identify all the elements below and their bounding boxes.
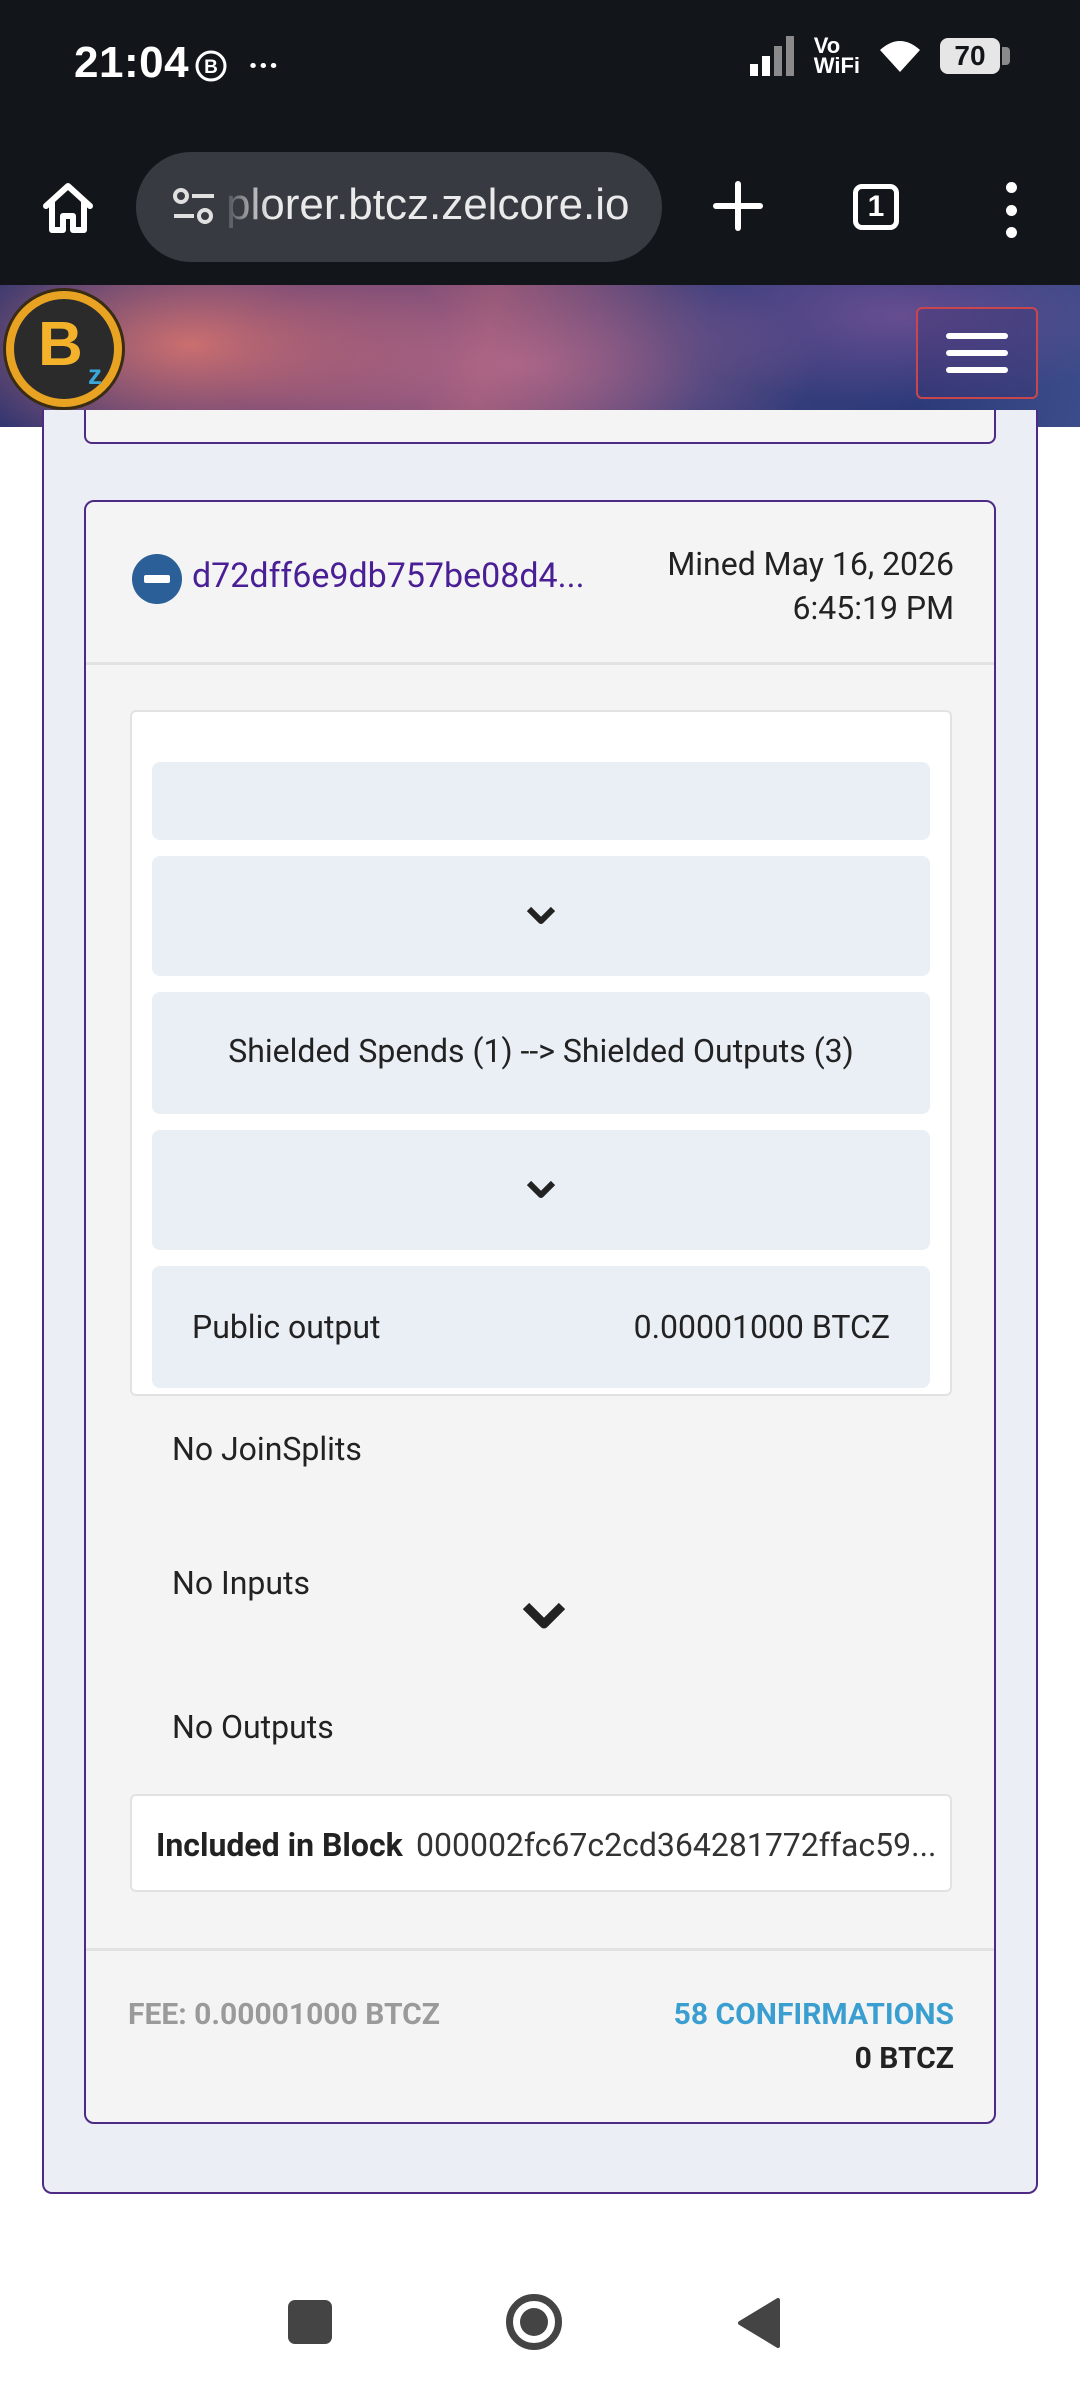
transaction-hash-link[interactable]: d72dff6e9db757be08d4... — [192, 556, 585, 596]
more-notifications-icon: ··· — [248, 46, 279, 86]
mined-time: 6:45:19 PM — [792, 589, 954, 627]
shielded-outputs-toggle[interactable] — [152, 1130, 930, 1250]
address-bar[interactable]: plorer.btcz.zelcore.io — [136, 152, 662, 262]
home-icon[interactable] — [38, 178, 98, 238]
mined-date: Mined May 16, 2026 — [667, 545, 954, 583]
shielded-row-empty — [152, 762, 930, 840]
transaction-footer: FEE: 0.00001000 BTCZ 58 CONFIRMATIONS 0 … — [86, 1948, 994, 2127]
status-left-icons: B ··· — [194, 46, 279, 86]
bitcoin-circle-icon: B — [195, 50, 227, 82]
public-output-value: 0.00001000 BTCZ — [633, 1308, 890, 1346]
vowifi-bottom: WiFi — [813, 53, 860, 78]
back-triangle-icon[interactable] — [736, 2296, 782, 2350]
chevron-down-icon — [526, 1180, 556, 1198]
svg-text:B: B — [204, 57, 218, 78]
btcz-logo[interactable]: B z — [6, 291, 122, 407]
public-output-row: Public output 0.00001000 BTCZ — [152, 1266, 930, 1388]
logo-b-glyph: B — [38, 310, 83, 379]
system-navigation-bar — [0, 2270, 1080, 2392]
status-time: 21:04 — [74, 38, 190, 87]
site-header: B z — [0, 285, 1080, 427]
outputs-text: No Outputs — [172, 1708, 334, 1746]
collapse-minus-icon[interactable] — [132, 554, 182, 604]
logo-z-glyph: z — [88, 359, 102, 390]
signal-icon — [749, 36, 794, 76]
url-fade — [220, 152, 270, 262]
transaction-amount: 0 BTCZ — [854, 2041, 954, 2076]
recent-apps-icon[interactable] — [288, 2300, 332, 2344]
battery-level: 70 — [954, 40, 986, 71]
included-in-block-box: Included in Block 000002fc67c2cd36428177… — [130, 1794, 952, 1892]
transaction-header: d72dff6e9db757be08d4... Mined May 16, 20… — [86, 502, 994, 665]
mined-timestamp: Mined May 16, 2026 6:45:19 PM — [667, 542, 954, 630]
chevron-down-icon[interactable] — [522, 1602, 566, 1632]
battery-icon: 70 — [940, 38, 1010, 74]
joinsplits-text: No JoinSplits — [172, 1430, 362, 1468]
site-settings-icon[interactable] — [172, 186, 216, 226]
inputs-text: No Inputs — [172, 1564, 310, 1602]
shielded-details-box: Shielded Spends (1) --> Shielded Outputs… — [130, 710, 952, 1396]
tab-count: 1 — [867, 190, 885, 223]
status-right-icons: Vo WiFi 70 — [749, 35, 1010, 78]
included-in-block-label: Included in Block — [156, 1826, 403, 1864]
status-bar: 21:04 B ··· Vo WiFi 70 — [0, 0, 1080, 130]
wifi-icon — [880, 41, 920, 72]
browser-menu-icon[interactable] — [996, 182, 1026, 238]
previous-transaction-card — [84, 410, 996, 444]
shielded-summary-text: Shielded Spends (1) --> Shielded Outputs… — [228, 1032, 854, 1070]
browser-toolbar: plorer.btcz.zelcore.io 1 — [0, 130, 1080, 285]
url-text[interactable]: plorer.btcz.zelcore.io — [226, 180, 630, 230]
chevron-down-icon — [526, 906, 556, 924]
home-circle-icon[interactable] — [506, 2294, 562, 2350]
shielded-summary-row: Shielded Spends (1) --> Shielded Outputs… — [152, 992, 930, 1114]
confirmations-badge: 58 CONFIRMATIONS — [673, 1997, 954, 2032]
block-hash-link[interactable]: 000002fc67c2cd364281772ffac59... — [416, 1826, 936, 1864]
public-output-label: Public output — [192, 1308, 381, 1346]
transaction-card: d72dff6e9db757be08d4... Mined May 16, 20… — [84, 500, 996, 2124]
nav-toggle-button[interactable] — [916, 307, 1038, 399]
fee-text: FEE: 0.00001000 BTCZ — [128, 1997, 440, 2032]
new-tab-icon[interactable] — [708, 176, 768, 236]
vowifi-indicator: Vo WiFi — [813, 35, 860, 78]
tab-switcher-button[interactable]: 1 — [853, 184, 899, 230]
shielded-spends-toggle[interactable] — [152, 856, 930, 976]
